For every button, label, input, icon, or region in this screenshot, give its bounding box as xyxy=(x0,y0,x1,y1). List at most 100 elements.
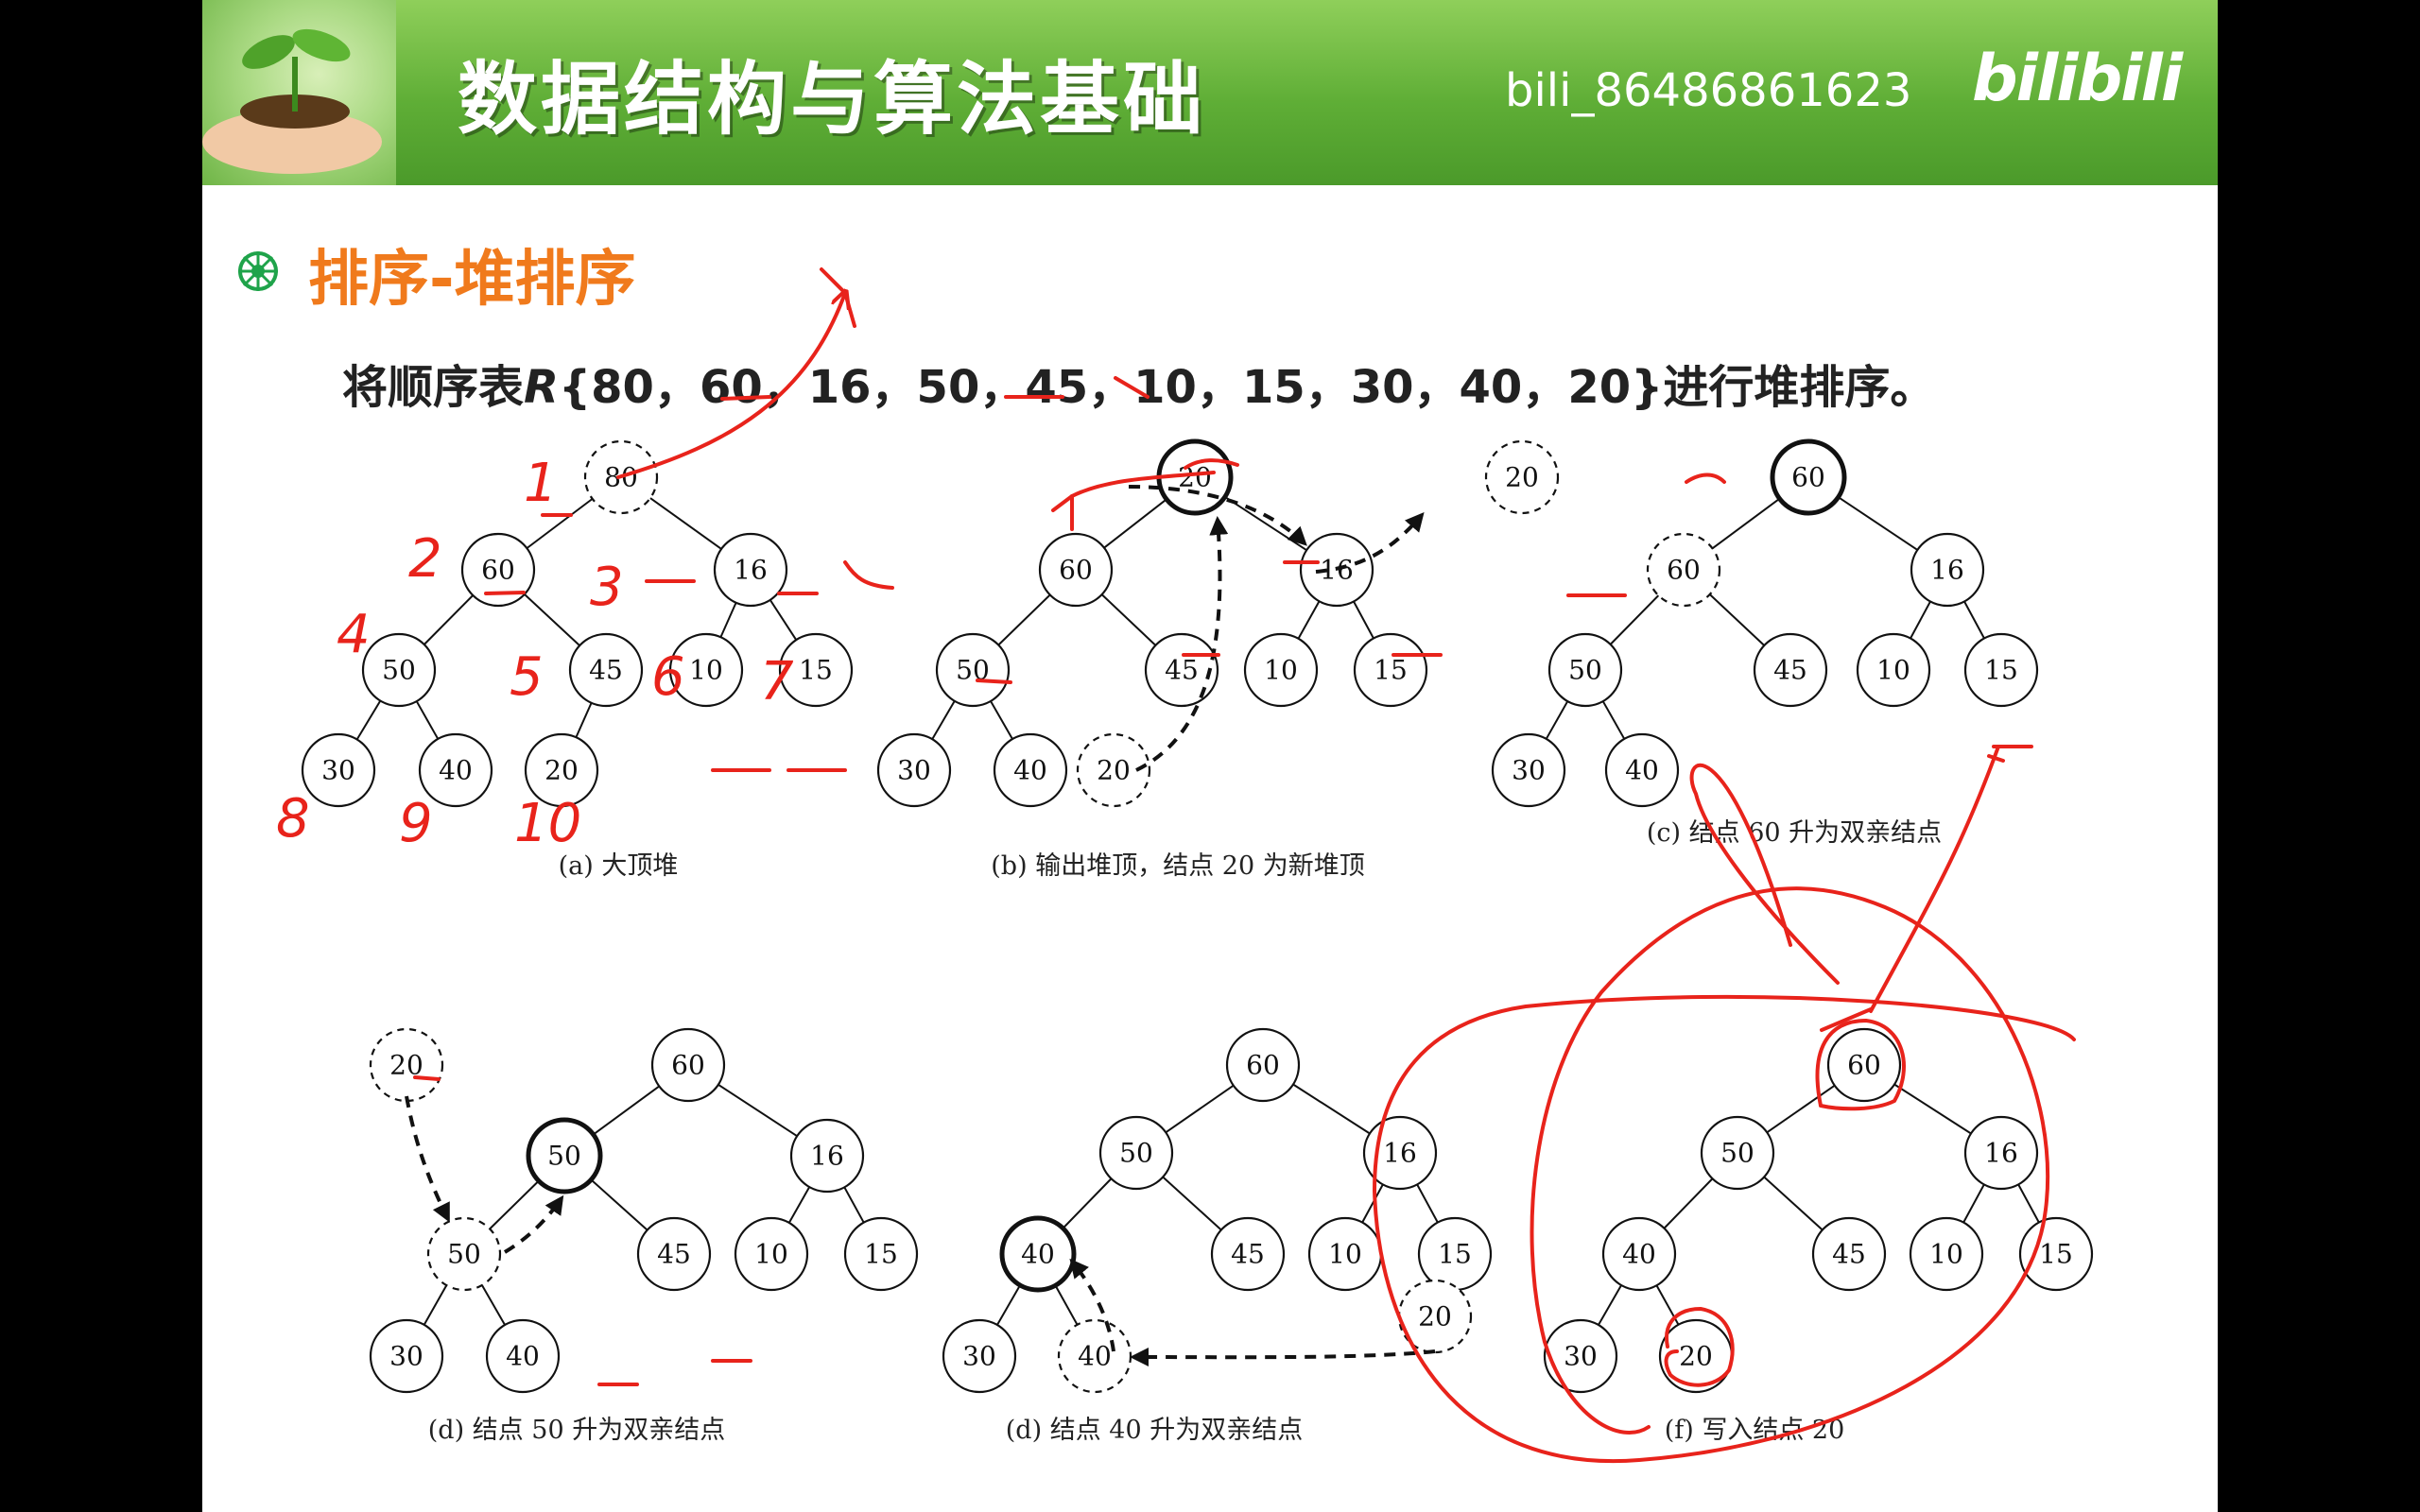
node-value: 30 xyxy=(1512,755,1546,786)
node-value: 10 xyxy=(1328,1239,1362,1270)
node-value: 45 xyxy=(657,1239,691,1270)
tree-edge xyxy=(1598,1284,1622,1326)
tree-edge xyxy=(769,599,798,641)
node-value: 15 xyxy=(1438,1239,1472,1270)
node-value: 10 xyxy=(1929,1239,1963,1270)
tree-edge xyxy=(1838,496,1918,551)
tree-edge xyxy=(1062,1177,1113,1229)
node-value: 15 xyxy=(1374,655,1408,686)
node-value: 60 xyxy=(1059,555,1093,586)
tree-node: 20 xyxy=(369,1027,444,1103)
tree-edge xyxy=(719,602,737,638)
node-value: 50 xyxy=(547,1141,581,1172)
node-value: 16 xyxy=(1984,1138,2018,1169)
node-value: 10 xyxy=(689,655,723,686)
node-value: 45 xyxy=(1773,655,1807,686)
tree-edge xyxy=(1162,1176,1222,1231)
tree-edge xyxy=(1601,700,1626,740)
tree-node: 40 xyxy=(1601,1216,1677,1292)
tree-edge xyxy=(931,700,956,740)
tree-node: 45 xyxy=(1210,1216,1286,1292)
annotation-3: 3 xyxy=(590,557,624,618)
tree-edge xyxy=(1297,600,1321,640)
node-value: 20 xyxy=(1097,755,1131,786)
node-value: 45 xyxy=(1832,1239,1866,1270)
tree-edge xyxy=(1353,600,1374,640)
annotation-10: 10 xyxy=(514,793,581,854)
tree-node: 15 xyxy=(1353,632,1428,708)
tree-node: 16 xyxy=(713,532,788,608)
node-value: 15 xyxy=(2039,1239,2073,1270)
slide: 数据结构与算法基础 bili_86486861623 bilibili 排序-堆… xyxy=(202,0,2218,1512)
node-value: 50 xyxy=(382,655,416,686)
node-value: 40 xyxy=(1013,755,1047,786)
tree-edge xyxy=(590,1178,648,1231)
panel-caption: (f) 写入结点 20 xyxy=(1665,1416,1845,1445)
tree-node: 30 xyxy=(301,732,376,808)
heap-panel-3: 60 60 16 50 45 10 15 30 40 20 (c) 结点 60 升为双亲结点 xyxy=(1484,438,2039,848)
node-value: 20 xyxy=(1505,462,1539,493)
node-value: 20 xyxy=(1418,1301,1452,1332)
tree-node: 15 xyxy=(843,1216,919,1292)
tree-node: 60 xyxy=(650,1027,726,1103)
node-value: 20 xyxy=(1679,1341,1713,1372)
annotation-9: 9 xyxy=(399,793,433,854)
tree-edge xyxy=(1165,1084,1235,1134)
tree-edge xyxy=(1545,700,1569,740)
tree-node: 50 xyxy=(526,1117,603,1194)
tree-node: 30 xyxy=(369,1318,444,1394)
tree-edge xyxy=(1893,1083,1972,1135)
heap-panel-4: 60 50 16 50 45 10 15 30 40 20 (d) 结点 50 升为双亲结点 xyxy=(369,1027,919,1445)
node-value: 60 xyxy=(671,1050,705,1081)
tree-edge xyxy=(593,1085,660,1136)
tree-edge xyxy=(524,593,580,646)
heap-panel-2: 2060 1650 45 10 1530 40 20(b) 输出堆顶，结点 20 为新堆顶 xyxy=(876,438,1428,881)
tree-edge xyxy=(717,1083,798,1138)
tree-edge xyxy=(1609,594,1660,645)
tree-node: 10 xyxy=(734,1216,809,1292)
node-value: 20 xyxy=(544,755,579,786)
tree-edge xyxy=(990,700,1013,740)
tree-node: 45 xyxy=(1753,632,1828,708)
node-value: 40 xyxy=(1021,1239,1055,1270)
tree-node: 50 xyxy=(1700,1115,1775,1191)
tree-edge xyxy=(1963,600,1985,640)
tree-node: 40 xyxy=(999,1215,1077,1293)
node-value: 60 xyxy=(1791,462,1825,493)
tree-edge xyxy=(649,497,722,550)
tree-edge xyxy=(1763,1176,1824,1231)
node-value: 16 xyxy=(1383,1138,1417,1169)
tree-node: 60 xyxy=(1225,1027,1301,1103)
tree-edge xyxy=(1910,600,1931,640)
annotation-1: 1 xyxy=(524,453,558,514)
tree-node: 16 xyxy=(789,1118,865,1194)
node-value: 45 xyxy=(589,655,623,686)
node-value: 10 xyxy=(1264,655,1298,686)
tree-edge xyxy=(996,1284,1021,1326)
node-value: 15 xyxy=(1984,655,2018,686)
node-value: 30 xyxy=(321,755,355,786)
node-value: 15 xyxy=(799,655,833,686)
tree-node: 15 xyxy=(2018,1216,2094,1292)
node-value: 15 xyxy=(864,1239,898,1270)
tree-node: 60 xyxy=(1038,532,1114,608)
tree-node: 40 xyxy=(485,1318,561,1394)
node-value: 50 xyxy=(447,1239,481,1270)
panel-caption: (d) 结点 40 升为双亲结点 xyxy=(1006,1416,1303,1445)
tree-node: 50 xyxy=(1098,1115,1174,1191)
node-value: 50 xyxy=(1720,1138,1754,1169)
tree-edge xyxy=(1100,593,1157,646)
node-value: 30 xyxy=(389,1341,424,1372)
tree-node: 30 xyxy=(942,1318,1017,1394)
tree-node: 40 xyxy=(993,732,1068,808)
tree-edge xyxy=(424,594,474,645)
node-value: 20 xyxy=(1178,462,1212,493)
tree-edge xyxy=(2017,1183,2040,1224)
tree-node: 30 xyxy=(1491,732,1566,808)
node-value: 10 xyxy=(754,1239,788,1270)
tree-edge xyxy=(1361,1183,1384,1224)
panel-caption: (a) 大顶堆 xyxy=(559,851,679,881)
tree-edge xyxy=(575,702,593,738)
tree-node: 16 xyxy=(1910,532,1985,608)
tree-node: 60 xyxy=(1826,1027,1902,1103)
